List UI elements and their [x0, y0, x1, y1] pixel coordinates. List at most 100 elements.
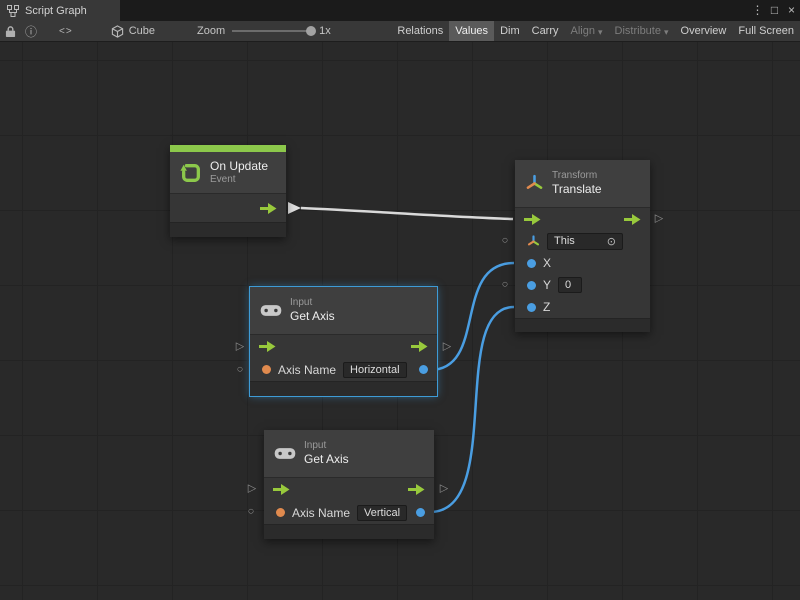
port-proxy-circle: ○	[248, 507, 255, 518]
port-row-y: Y 0	[515, 274, 650, 296]
axis-name-input-port[interactable]	[276, 508, 285, 517]
node-footer	[250, 381, 437, 396]
port-row-z: Z	[515, 296, 650, 318]
node-header: On Update Event	[170, 152, 286, 194]
port-row-control	[170, 194, 286, 222]
port-row-control	[250, 335, 437, 358]
window-controls: ⋮ □ ×	[749, 0, 800, 21]
event-accent-bar	[170, 145, 286, 152]
zoom-slider-knob[interactable]	[306, 26, 316, 36]
node-on-update[interactable]: On Update Event	[170, 145, 286, 237]
flow-arrow-icon	[259, 341, 276, 352]
port-proxy-triangle: ▷	[443, 342, 451, 353]
title-bar: Script Graph ⋮ □ ×	[0, 0, 800, 21]
node-footer	[264, 524, 434, 539]
node-header: Input Get Axis	[264, 430, 434, 478]
node-subtitle: Event	[210, 174, 268, 187]
edit-source-icon[interactable]: <>	[55, 26, 77, 37]
value-output-port[interactable]	[416, 508, 425, 517]
axis-name-input[interactable]: Vertical	[357, 505, 407, 521]
y-input-port[interactable]	[527, 281, 536, 290]
node-footer	[170, 222, 286, 237]
port-proxy-circle: ○	[502, 280, 509, 291]
window-menu-icon[interactable]: ⋮	[749, 0, 766, 21]
tab-script-graph[interactable]: Script Graph	[0, 0, 120, 21]
transform-icon	[525, 174, 544, 193]
tab-title: Script Graph	[25, 5, 87, 17]
graph-toolbar: ⓘ <> Cube Zoom 1x Relations Values Dim C…	[0, 21, 800, 42]
y-value-input[interactable]: 0	[558, 277, 582, 293]
flow-arrow-icon	[624, 214, 641, 225]
port-proxy-triangle: ▷	[248, 484, 256, 495]
align-dropdown[interactable]: Align▾	[565, 21, 609, 41]
lock-icon[interactable]	[0, 25, 21, 38]
port-proxy-triangle: ▷	[440, 484, 448, 495]
node-header: Input Get Axis	[250, 287, 437, 335]
zoom-slider[interactable]	[232, 30, 312, 32]
full-screen-button[interactable]: Full Screen	[732, 21, 800, 41]
control-wire-arrow	[288, 202, 301, 214]
context-object-name: Cube	[129, 25, 155, 37]
this-field-value: This	[554, 235, 575, 247]
distribute-dropdown[interactable]: Distribute▾	[609, 21, 675, 41]
wire-vertical-to-z[interactable]	[430, 307, 514, 512]
this-object-field[interactable]: This ⊙	[547, 233, 623, 250]
port-row-control	[264, 478, 434, 501]
port-proxy-circle: ○	[502, 236, 509, 247]
control-input-port[interactable]	[259, 341, 276, 352]
control-input-port[interactable]	[273, 484, 290, 495]
control-output-port[interactable]	[624, 214, 641, 225]
control-output-port[interactable]	[260, 203, 277, 214]
port-label-x: X	[543, 256, 551, 270]
on-update-icon	[180, 162, 202, 184]
z-input-port[interactable]	[527, 303, 536, 312]
control-output-port[interactable]	[408, 484, 425, 495]
maximize-icon[interactable]: □	[766, 0, 783, 21]
axis-name-input-port[interactable]	[262, 365, 271, 374]
context-object[interactable]: Cube	[111, 25, 155, 38]
carry-button[interactable]: Carry	[526, 21, 565, 41]
toolbar-buttons: Relations Values Dim Carry Align▾ Distri…	[391, 21, 800, 41]
node-title: Get Axis	[304, 452, 349, 467]
node-category: Input	[304, 440, 349, 453]
overview-button[interactable]: Overview	[675, 21, 733, 41]
values-button[interactable]: Values	[449, 21, 494, 41]
port-row-this: This ⊙	[515, 230, 650, 252]
node-get-axis-horizontal[interactable]: Input Get Axis Axis Name	[250, 287, 437, 396]
relations-button[interactable]: Relations	[391, 21, 449, 41]
transform-mini-icon	[527, 235, 540, 248]
close-icon[interactable]: ×	[783, 0, 800, 21]
node-title: Translate	[552, 182, 602, 197]
flow-arrow-icon	[411, 341, 428, 352]
node-translate[interactable]: Transform Translate	[515, 160, 650, 332]
port-proxy-circle: ○	[237, 365, 244, 376]
node-title: On Update	[210, 159, 268, 174]
chevron-down-icon: ▾	[598, 27, 603, 38]
port-row-axis-name: Axis Name Vertical	[264, 501, 434, 524]
node-header: Transform Translate	[515, 160, 650, 208]
flow-arrow-icon	[408, 484, 425, 495]
script-graph-icon	[7, 5, 19, 17]
node-get-axis-vertical[interactable]: Input Get Axis Axis Name	[264, 430, 434, 539]
dim-button[interactable]: Dim	[494, 21, 526, 41]
flow-arrow-icon	[273, 484, 290, 495]
graph-canvas[interactable]: On Update Event Transform	[0, 42, 800, 600]
value-output-port[interactable]	[419, 365, 428, 374]
port-row-control	[515, 208, 650, 230]
wire-control-onupdate-to-translate[interactable]	[301, 208, 513, 219]
object-picker-icon[interactable]: ⊙	[607, 235, 616, 248]
port-row-axis-name: Axis Name Horizontal	[250, 358, 437, 381]
flow-arrow-icon	[260, 203, 277, 214]
axis-name-input[interactable]: Horizontal	[343, 362, 407, 378]
control-output-port[interactable]	[411, 341, 428, 352]
info-icon[interactable]: ⓘ	[21, 23, 41, 40]
x-input-port[interactable]	[527, 259, 536, 268]
port-label-y: Y	[543, 278, 551, 292]
port-label-z: Z	[543, 300, 550, 314]
port-label-axis-name: Axis Name	[292, 506, 350, 520]
control-input-port[interactable]	[524, 214, 541, 225]
zoom-control: Zoom 1x	[197, 25, 331, 37]
node-category: Input	[290, 297, 335, 310]
zoom-value: 1x	[319, 25, 331, 37]
zoom-label: Zoom	[197, 25, 225, 37]
